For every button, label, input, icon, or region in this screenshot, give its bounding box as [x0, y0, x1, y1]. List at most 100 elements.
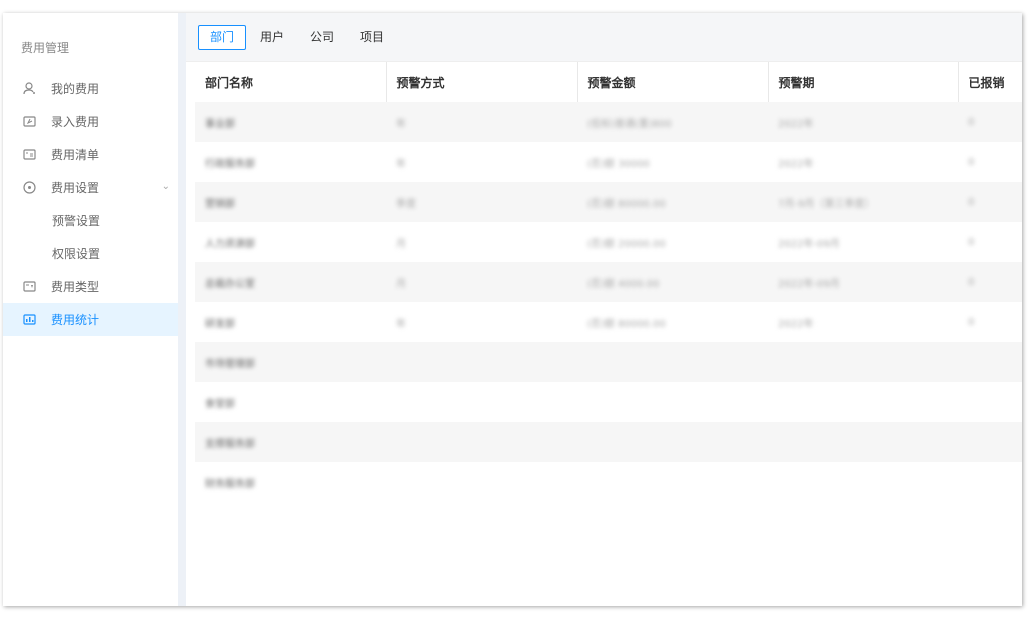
- cell-alert-amount: [577, 462, 768, 502]
- cell-alert-period: 2022年: [778, 318, 814, 330]
- sidebar-item-list[interactable]: 费用清单: [3, 138, 178, 171]
- cell-alert-amount: (否)额 4000.00: [577, 262, 768, 302]
- column-header-alert-period[interactable]: 预警期: [768, 62, 959, 102]
- cell-department: 行政服务部: [205, 158, 255, 170]
- cell-alert-period: 2022年-09月: [768, 262, 958, 302]
- table-row[interactable]: 行政服务部 年 (否)额 30000 2022年 0: [195, 142, 1022, 182]
- cell-alert-method: 年: [396, 158, 406, 170]
- column-header-alert-amount[interactable]: 预警金额: [577, 62, 769, 102]
- table-row[interactable]: 营销部 季度 (否)额 80000.00 7月-9月（第三季度） 0: [195, 182, 1022, 222]
- chevron-down-icon: ⌄: [161, 181, 170, 192]
- table-row[interactable]: 食堂部: [195, 382, 1022, 422]
- cell-alert-period: 2022年: [778, 158, 814, 170]
- tab-bar: 部门 用户 公司 项目: [186, 13, 1022, 62]
- column-header-department[interactable]: 部门名称: [195, 62, 387, 102]
- cell-alert-period: 2022年: [768, 102, 958, 142]
- cell-alert-amount: [577, 382, 768, 422]
- cell-reimbursed: 0: [968, 316, 975, 328]
- tab-department[interactable]: 部门: [198, 24, 247, 50]
- sidebar-item-label: 权限设置: [52, 247, 101, 261]
- sidebar-item-alert-settings[interactable]: 预警设置: [3, 204, 178, 237]
- cell-department: 人力资源部: [205, 238, 255, 250]
- cell-reimbursed: 0: [958, 182, 1022, 222]
- cell-reimbursed: 0: [968, 236, 975, 248]
- cell-alert-period: [768, 382, 958, 422]
- sidebar-item-label: 费用类型: [51, 280, 100, 294]
- cell-alert-amount: [577, 422, 768, 462]
- sidebar-item-entry[interactable]: 录入费用: [3, 105, 178, 138]
- table-row[interactable]: 市场管理部: [195, 342, 1022, 382]
- sidebar-item-permission-settings[interactable]: 权限设置: [3, 237, 178, 270]
- settings-icon: [23, 181, 36, 194]
- cell-alert-period: [768, 462, 958, 502]
- table-header-row: 部门名称 预警方式 预警金额 预警期 已报销: [195, 62, 1022, 102]
- table-row[interactable]: 人力资源部 月 (否)额 20000.00 2022年-09月 0: [195, 222, 1022, 262]
- cell-department: 总裁办公室: [195, 262, 386, 302]
- cell-reimbursed: [958, 462, 1022, 502]
- cell-department: 食堂部: [205, 398, 235, 410]
- sidebar-item-statistics[interactable]: 费用统计: [3, 303, 178, 336]
- cell-department: 财务服务部: [205, 478, 255, 490]
- entry-icon: [23, 115, 36, 128]
- cell-alert-method: 月: [396, 238, 406, 250]
- tab-company[interactable]: 公司: [298, 26, 346, 49]
- sidebar-item-label: 费用清单: [51, 148, 100, 162]
- cell-reimbursed: 0: [968, 156, 975, 168]
- panel-divider: [178, 13, 186, 606]
- cell-alert-method: 年: [396, 318, 406, 330]
- cell-reimbursed: 0: [958, 262, 1022, 302]
- column-header-alert-method[interactable]: 预警方式: [386, 62, 578, 102]
- cell-reimbursed: 0: [958, 102, 1022, 142]
- cell-alert-method: 年: [386, 102, 577, 142]
- cell-alert-amount: [577, 342, 768, 382]
- sidebar-item-label: 我的费用: [51, 82, 100, 96]
- cell-department: 营销部: [195, 182, 386, 222]
- app-window: 费用管理 我的费用 录入费用 费用清单 费用设置 ⌄ 预警设置 权限设置 费用类…: [3, 13, 1022, 606]
- category-icon: [23, 280, 36, 293]
- cell-alert-method: [386, 422, 577, 462]
- cell-department: 市场管理部: [195, 342, 386, 382]
- cell-reimbursed: [958, 382, 1022, 422]
- tab-user[interactable]: 用户: [248, 26, 296, 49]
- cell-alert-amount: (否)额 20000.00: [587, 238, 666, 250]
- cell-alert-period: 2022年-09月: [778, 238, 840, 250]
- cell-alert-method: 月: [386, 262, 577, 302]
- sidebar-item-types[interactable]: 费用类型: [3, 270, 178, 303]
- cell-alert-method: [386, 382, 577, 422]
- cell-reimbursed: [958, 342, 1022, 382]
- sidebar: 费用管理 我的费用 录入费用 费用清单 费用设置 ⌄ 预警设置 权限设置 费用类…: [3, 13, 178, 606]
- cell-department: 事业部: [195, 102, 386, 142]
- cell-alert-method: [386, 462, 577, 502]
- cell-alert-amount: (低标)普通(重)800: [577, 102, 768, 142]
- table-row[interactable]: 支撑服务部: [195, 422, 1022, 462]
- cell-reimbursed: [958, 422, 1022, 462]
- table-row[interactable]: 财务服务部: [195, 462, 1022, 502]
- cell-department: 支撑服务部: [195, 422, 386, 462]
- main-panel: 部门 用户 公司 项目 部门名称 预警方式 预警金额 预警期 已报销 事业部 年…: [186, 13, 1022, 606]
- tab-project[interactable]: 项目: [348, 26, 396, 49]
- cell-alert-period: [768, 422, 958, 462]
- cell-alert-amount: (否)额 80000.00: [587, 318, 666, 330]
- stats-icon: [23, 313, 36, 326]
- cell-alert-period: [768, 342, 958, 382]
- list-icon: [23, 148, 36, 161]
- table-row[interactable]: 事业部 年 (低标)普通(重)800 2022年 0: [195, 102, 1022, 142]
- cell-alert-period: 7月-9月（第三季度）: [768, 182, 958, 222]
- cell-alert-method: [386, 342, 577, 382]
- table-row[interactable]: 研发部 年 (否)额 80000.00 2022年 0: [195, 302, 1022, 342]
- sidebar-title: 费用管理: [21, 41, 70, 55]
- sidebar-item-my-expenses[interactable]: 我的费用: [3, 72, 178, 105]
- cell-alert-amount: (否)额 80000.00: [577, 182, 768, 222]
- cell-department: 研发部: [205, 318, 235, 330]
- stats-table: 部门名称 预警方式 预警金额 预警期 已报销 事业部 年 (低标)普通(重)80…: [195, 62, 1022, 502]
- sidebar-item-label: 录入费用: [51, 115, 100, 129]
- sidebar-item-settings[interactable]: 费用设置 ⌄: [3, 171, 178, 204]
- table-row[interactable]: 总裁办公室 月 (否)额 4000.00 2022年-09月 0: [195, 262, 1022, 302]
- cell-alert-amount: (否)额 30000: [587, 158, 650, 170]
- sidebar-item-label: 费用统计: [51, 313, 100, 327]
- column-header-reimbursed[interactable]: 已报销: [958, 62, 1022, 102]
- sidebar-item-label: 预警设置: [52, 214, 101, 228]
- sidebar-menu: 我的费用 录入费用 费用清单 费用设置 ⌄ 预警设置 权限设置 费用类型 费用统…: [3, 72, 178, 336]
- cell-alert-method: 季度: [386, 182, 577, 222]
- sidebar-item-label: 费用设置: [51, 181, 100, 195]
